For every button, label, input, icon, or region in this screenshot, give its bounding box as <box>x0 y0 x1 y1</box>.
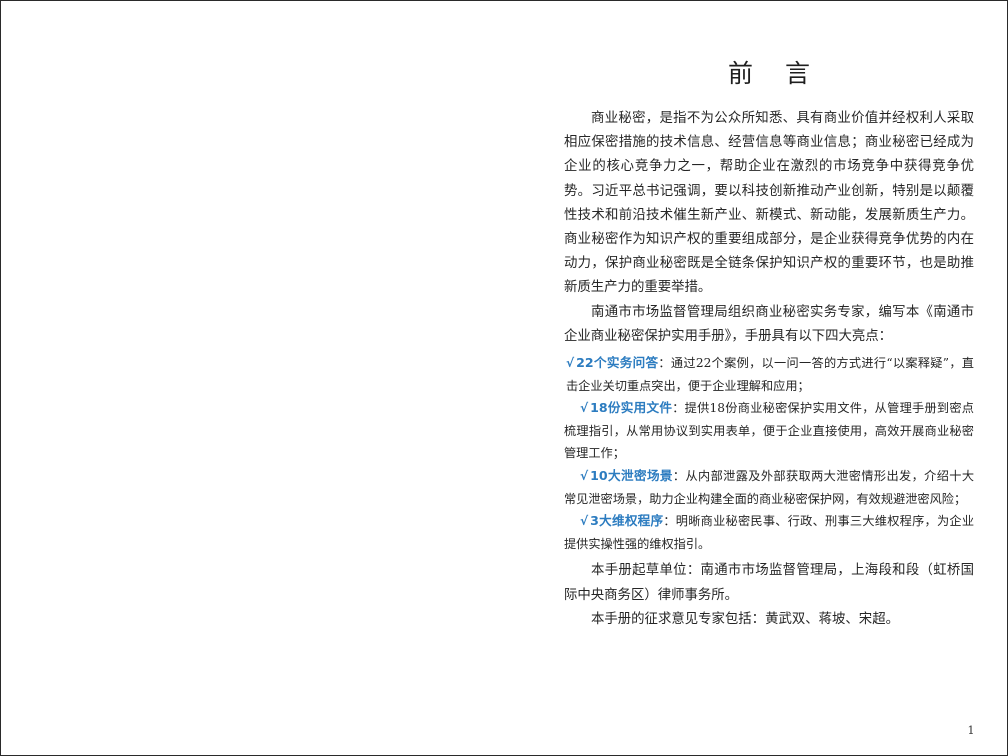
highlight-label: 10大泄密场景 <box>590 468 673 483</box>
checkmark-icon: √ <box>580 469 589 483</box>
highlight-label: 18份实用文件 <box>590 400 673 416</box>
checkmark-icon: √ <box>566 356 575 371</box>
highlight-item: √ 22个实务问答：通过22个案例，以一问一答的方式进行“以案释疑”，直击企业关切… <box>564 352 974 397</box>
checkmark-icon: √ <box>580 514 589 529</box>
highlight-label: 22个实务问答 <box>576 355 659 371</box>
checkmark-icon: √ <box>580 401 589 416</box>
preface-page: 前 言 商业秘密，是指不为公众所知悉、具有商业价值并经权利人采取相应保密措施的技… <box>564 0 974 756</box>
handbook-paragraph: 南通市市场监督管理局组织商业秘密实务专家，编写本《南通市企业商业秘密保护实用手册… <box>564 304 974 344</box>
preface-body: 商业秘密，是指不为公众所知悉、具有商业价值并经权利人采取相应保密措施的技术信息、… <box>564 107 974 632</box>
page-title: 前 言 <box>728 59 822 88</box>
highlight-item: √ 10大泄密场景：从内部泄露及外部获取两大泄密情形出发，介绍十大常见泄密场景，助… <box>564 465 974 510</box>
highlight-label: 3大维权程序 <box>590 513 664 529</box>
intro-paragraph: 商业秘密，是指不为公众所知悉、具有商业价值并经权利人采取相应保密措施的技术信息、… <box>564 111 974 296</box>
experts-paragraph: 本手册的征求意见专家包括：黄武双、蒋坡、宋超。 <box>591 611 899 627</box>
drafting-unit-paragraph: 本手册起草单位：南通市市场监督管理局，上海段和段（虹桥国际中央商务区）律师事务所… <box>564 563 974 603</box>
page-number: 1 <box>967 724 975 737</box>
highlight-item: √ 3大维权程序：明晰商业秘密民事、行政、刑事三大维权程序，为企业提供实操性强的维… <box>564 510 974 555</box>
highlight-item: √ 18份实用文件：提供18份商业秘密保护实用文件，从管理手册到密点梳理指引，从常… <box>564 397 974 465</box>
